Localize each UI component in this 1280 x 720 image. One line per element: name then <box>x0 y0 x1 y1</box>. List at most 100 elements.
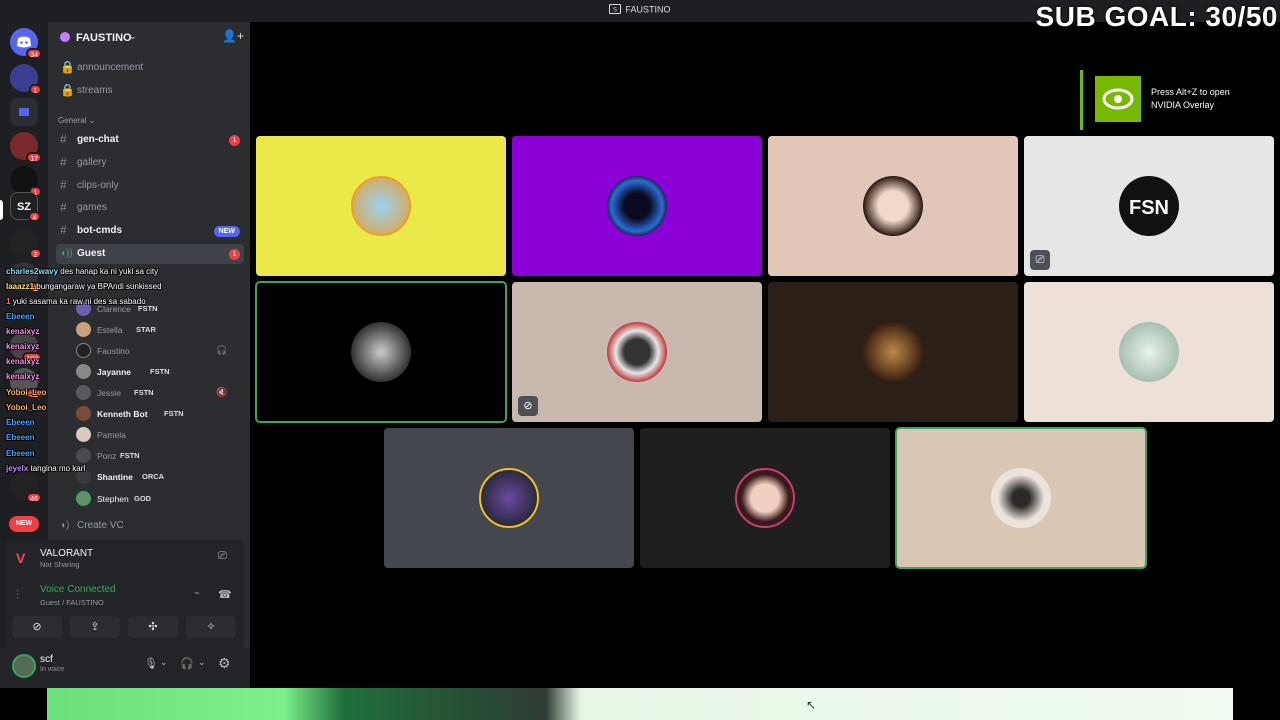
camera-off-icon: ⊘ <box>32 621 42 633</box>
channel-announcement[interactable]: 🔒 announcement <box>56 58 244 78</box>
chat-message: kenaixyz <box>6 372 40 381</box>
avatar <box>76 322 91 337</box>
server-icon[interactable]: 1 <box>10 64 42 95</box>
participant-tile[interactable]: ⊘ <box>512 282 762 422</box>
category-general[interactable]: General ⌄ <box>58 116 95 125</box>
participant-tile[interactable] <box>640 428 890 568</box>
chat-message: 1 yuki sasama ka raw ni des sa sabado <box>6 297 146 306</box>
voice-speaker-icon: ◖)) <box>60 248 73 259</box>
server-icon[interactable]: 46 <box>10 472 42 503</box>
avatar <box>76 343 91 358</box>
avatar: FSN <box>1119 176 1179 236</box>
avatar <box>76 406 91 421</box>
signal-icon: ⫶ <box>16 588 20 602</box>
mouse-cursor-icon: ↖ <box>806 698 817 712</box>
home-badge: 34 <box>26 48 42 59</box>
avatar <box>1119 322 1179 382</box>
chevron-down-icon: ⌄ <box>129 31 137 41</box>
participant-tile[interactable] <box>255 281 507 423</box>
lock-icon: 🔒 <box>60 60 75 74</box>
folder-icon[interactable] <box>10 98 38 126</box>
voice-channel-guest[interactable]: ◖)) Guest 1 <box>56 244 244 264</box>
avatar <box>479 468 539 528</box>
new-badge: NEW <box>213 226 240 237</box>
avatar[interactable] <box>12 654 36 678</box>
server-icon[interactable]: 2 <box>10 228 42 259</box>
participant-tile[interactable] <box>768 282 1018 422</box>
voice-speaker-icon: ◖) <box>60 520 70 531</box>
avatar <box>863 176 923 236</box>
participant-tile[interactable] <box>1024 282 1274 422</box>
avatar <box>607 322 667 382</box>
channel-streams[interactable]: 🔒 streams <box>56 81 244 101</box>
microphone-icon[interactable]: 🎙 <box>144 657 158 670</box>
avatar <box>991 468 1051 528</box>
game-preview <box>47 688 1233 720</box>
screen-share-button[interactable]: ⇪ <box>70 616 120 638</box>
user-panel: scf In voice 🎙 ⌄ 🎧 ⌄ ⚙ <box>0 648 250 688</box>
chat-message: kenaixyz <box>6 327 40 336</box>
participant-tile[interactable] <box>512 136 762 276</box>
participant-tile[interactable] <box>384 428 634 568</box>
channel-clips-only[interactable]: # clips-only <box>56 176 244 196</box>
username: scf <box>40 654 53 665</box>
new-servers-pill[interactable]: NEW <box>9 516 39 532</box>
activities-icon: ✣ <box>148 621 158 633</box>
unread-badge: 1 <box>229 249 240 260</box>
valorant-icon: V <box>16 550 26 566</box>
channel-gen-chat[interactable]: # gen-chat 1 <box>56 130 244 150</box>
share-screen-icon[interactable]: ⎚ <box>218 550 227 563</box>
discord-home-icon[interactable]: 34 <box>10 28 42 59</box>
muted-icon: 🔇 <box>216 387 228 397</box>
avatar <box>76 427 91 442</box>
channel-gallery[interactable]: # gallery <box>56 153 244 173</box>
avatar <box>76 385 91 400</box>
channel-create-vc[interactable]: ◖) Create VC <box>56 516 244 536</box>
participant-tile[interactable]: FSN ⎚ <box>1024 136 1274 276</box>
avatar <box>351 176 411 236</box>
participant-tile[interactable] <box>768 136 1018 276</box>
faustino-server-icon[interactable]: SZ 4 <box>10 192 41 222</box>
hash-icon: # <box>60 223 67 237</box>
voice-location[interactable]: Guest / FAUSTINO <box>40 598 104 607</box>
chat-message: charles2wavy des hanap ka ni yuki sa cit… <box>6 267 159 276</box>
user-status: In voice <box>40 666 65 673</box>
disconnect-icon[interactable]: ☎ <box>218 588 232 601</box>
unread-badge: 1 <box>229 135 240 146</box>
participant-tile[interactable] <box>256 136 506 276</box>
chat-message: laaazz1 bungangaraw ya BPAndi sunkissed <box>6 282 162 291</box>
avatar <box>76 364 91 379</box>
chat-message: Ebeeen <box>6 312 35 321</box>
activities-button[interactable]: ✣ <box>128 616 178 638</box>
channel-games[interactable]: # games <box>56 198 244 218</box>
chat-message: Ebeeen <box>6 433 35 442</box>
hash-icon: # <box>60 155 67 169</box>
server-icon[interactable]: 1 <box>10 166 42 197</box>
soundboard-button[interactable]: ✧ <box>186 616 236 638</box>
gear-icon[interactable]: ⚙ <box>218 655 231 672</box>
chevron-down-icon[interactable]: ⌄ <box>198 657 206 668</box>
chat-message: Yoboi_Leo <box>6 403 47 412</box>
chevron-down-icon[interactable]: ⌄ <box>160 657 168 668</box>
server-icon[interactable]: 17 <box>10 132 42 163</box>
noise-suppression-icon[interactable]: ⌁ <box>194 588 200 599</box>
nvidia-message: Press Alt+Z to open NVIDIA Overlay <box>1151 87 1230 110</box>
stream-icon: ⎚ <box>1030 250 1050 270</box>
avatar <box>76 448 91 463</box>
camera-button[interactable]: ⊘ <box>12 616 62 638</box>
avatar <box>607 176 667 236</box>
participant-tile[interactable] <box>895 427 1147 569</box>
hash-icon: # <box>60 200 67 214</box>
invite-people-icon[interactable]: 👤+ <box>222 29 244 43</box>
svg-text:S: S <box>613 8 617 14</box>
chat-message: kenaixyz <box>6 342 40 351</box>
nvidia-overlay-toast: Press Alt+Z to open NVIDIA Overlay <box>1080 70 1280 130</box>
svg-text:FSN: FSN <box>1129 197 1169 219</box>
headphones-icon[interactable]: 🎧 <box>180 657 194 670</box>
selected-pill <box>0 200 3 220</box>
deafened-icon: 🎧 <box>216 345 228 355</box>
server-name[interactable]: FAUSTINO <box>76 32 132 44</box>
server-header[interactable]: FAUSTINO ⌄ 👤+ <box>48 22 250 52</box>
channel-bot-cmds[interactable]: # bot-cmds NEW <box>56 221 244 241</box>
activity-panel: V VALORANT Not Sharing ⎚ ⫶ Voice Connect… <box>6 540 244 650</box>
